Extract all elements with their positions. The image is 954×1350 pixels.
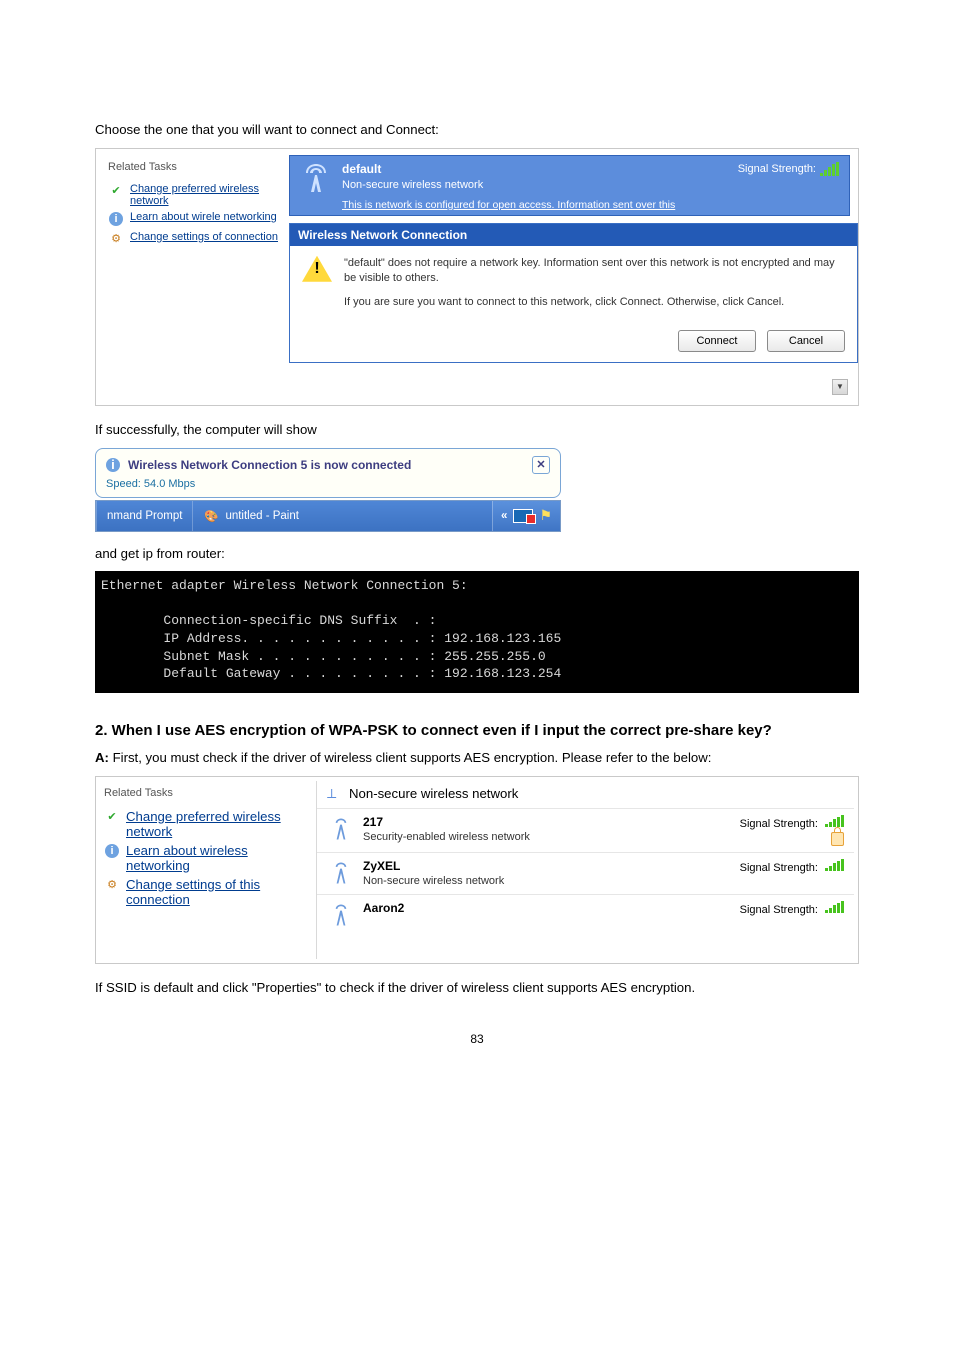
task-link-pref-net[interactable]: ✔ Change preferred wireless network [108, 183, 283, 207]
paint-icon: 🎨 [203, 508, 219, 524]
taskbar: nmand Prompt 🎨 untitled - Paint « ⚑ [95, 500, 561, 532]
network-sub: Security-enabled wireless network [363, 831, 740, 843]
taskbar-item-paint[interactable]: 🎨 untitled - Paint [192, 501, 309, 531]
cancel-button[interactable]: Cancel [767, 330, 845, 352]
antenna-icon [327, 901, 355, 930]
task-link-settings-label: Change settings of connection [130, 231, 278, 243]
info-icon: i [108, 211, 124, 227]
signal-bars-icon [825, 859, 844, 871]
wzc-choose-panel: Related Tasks ✔ Change preferred wireles… [95, 148, 859, 406]
dialog-msg1: "default" does not require a network key… [344, 256, 845, 286]
network-list: ⟂ Non-secure wireless network 217 Securi… [316, 781, 854, 959]
dialog-title: Wireless Network Connection [290, 224, 857, 246]
signal-strength-label: Signal Strength: [740, 904, 818, 916]
task-link-pref-net-label: Change preferred wireless network [130, 183, 283, 207]
signal-strength-label: Signal Strength: [738, 163, 816, 175]
task-link-settings[interactable]: ⚙ Change settings of this connection [104, 877, 310, 907]
task-link-learn[interactable]: i Learn about wirele networking [108, 211, 283, 227]
scroll-down-icon[interactable]: ▼ [832, 379, 848, 395]
network-sub: Non-secure wireless network [363, 875, 740, 887]
lock-icon [831, 832, 844, 846]
task-link-pref-net[interactable]: ✔ Change preferred wireless network [104, 809, 310, 839]
network-ssid: 217 [363, 815, 740, 829]
task-link-pref-net-label: Change preferred wireless network [126, 809, 310, 839]
cmd-output: Ethernet adapter Wireless Network Connec… [95, 571, 859, 692]
task-link-settings[interactable]: ⚙ Change settings of connection [108, 231, 283, 247]
task-link-settings-label: Change settings of this connection [126, 877, 310, 907]
related-tasks-label: Related Tasks [104, 787, 310, 799]
network-icon[interactable] [513, 509, 533, 523]
section-2-answer: A: First, you must check if the driver o… [95, 748, 859, 768]
balloon-tip: i Wireless Network Connection 5 is now c… [95, 448, 561, 498]
gear-icon: ⚙ [108, 231, 124, 247]
network-item[interactable]: 217 Security-enabled wireless network Si… [317, 808, 854, 852]
shield-icon[interactable]: ⚑ [539, 507, 552, 524]
task-link-learn[interactable]: i Learn about wireless networking [104, 843, 310, 873]
task-link-learn-label: Learn about wirele networking [130, 211, 277, 223]
taskbar-item-cmd-label: nmand Prompt [107, 510, 182, 522]
signal-bars-icon [825, 815, 844, 827]
system-tray: « ⚑ [492, 501, 560, 531]
balloon-close-button[interactable]: ✕ [532, 456, 550, 474]
gear-icon: ⚙ [104, 877, 120, 893]
check-icon: ✔ [108, 183, 124, 199]
related-tasks-label: Related Tasks [108, 161, 283, 173]
balloon-and-taskbar: i Wireless Network Connection 5 is now c… [95, 448, 561, 532]
antenna-icon [300, 162, 332, 194]
confirm-dialog: Wireless Network Connection ! "default" … [289, 223, 858, 364]
info-icon: i [106, 458, 120, 472]
antenna-icon: ⟂ [327, 785, 339, 802]
info-icon: i [104, 843, 120, 859]
connect-button[interactable]: Connect [678, 330, 756, 352]
net-subtitle: Non-secure wireless network [342, 179, 839, 191]
section-2-heading: 2. When I use AES encryption of WPA-PSK … [95, 719, 859, 742]
antenna-icon [327, 815, 355, 844]
warning-icon: ! [302, 256, 332, 282]
tray-chevron-icon[interactable]: « [501, 510, 507, 522]
answer-label: A: [95, 750, 109, 765]
getip-line: and get ip from router: [95, 544, 859, 564]
network-ssid: Aaron2 [363, 901, 740, 915]
signal-strength-label: Signal Strength: [740, 862, 818, 874]
signal-strength-label: Signal Strength: [740, 818, 818, 830]
network-item[interactable]: Aaron2 Signal Strength: [317, 894, 854, 936]
task-link-learn-label: Learn about wireless networking [126, 843, 310, 873]
wzc4-sidebar: Related Tasks ✔ Change preferred wireles… [100, 781, 316, 959]
signal-bars-icon [820, 162, 839, 176]
net-ssid: default [342, 162, 738, 176]
balloon-title: Wireless Network Connection 5 is now con… [128, 458, 532, 472]
taskbar-item-cmd[interactable]: nmand Prompt [96, 501, 192, 531]
answer-text: First, you must check if the driver of w… [109, 750, 712, 765]
check-icon: ✔ [104, 809, 120, 825]
balloon-speed: Speed: 54.0 Mbps [106, 478, 550, 490]
selected-network-card[interactable]: default Signal Strength: Non-secure wire… [289, 155, 850, 216]
top-nonsecure-label: Non-secure wireless network [349, 786, 518, 801]
success-line: If successfully, the computer will show [95, 420, 859, 440]
network-item[interactable]: ZyXEL Non-secure wireless network Signal… [317, 852, 854, 894]
signal-bars-icon [825, 901, 844, 913]
intro-line: Choose the one that you will want to con… [95, 120, 859, 140]
antenna-icon [327, 859, 355, 888]
net-footer-note: This is network is configured for open a… [342, 199, 839, 211]
dialog-msg2: If you are sure you want to connect to t… [344, 295, 845, 310]
wzc1-sidebar: Related Tasks ✔ Change preferred wireles… [104, 155, 289, 397]
network-ssid: ZyXEL [363, 859, 740, 873]
taskbar-item-paint-label: untitled - Paint [225, 510, 299, 522]
page-number: 83 [95, 1032, 859, 1046]
top-nonsecure-row: ⟂ Non-secure wireless network [317, 781, 854, 808]
closing-line: If SSID is default and click "Properties… [95, 978, 859, 998]
wzc-networks-panel: Related Tasks ✔ Change preferred wireles… [95, 776, 859, 964]
